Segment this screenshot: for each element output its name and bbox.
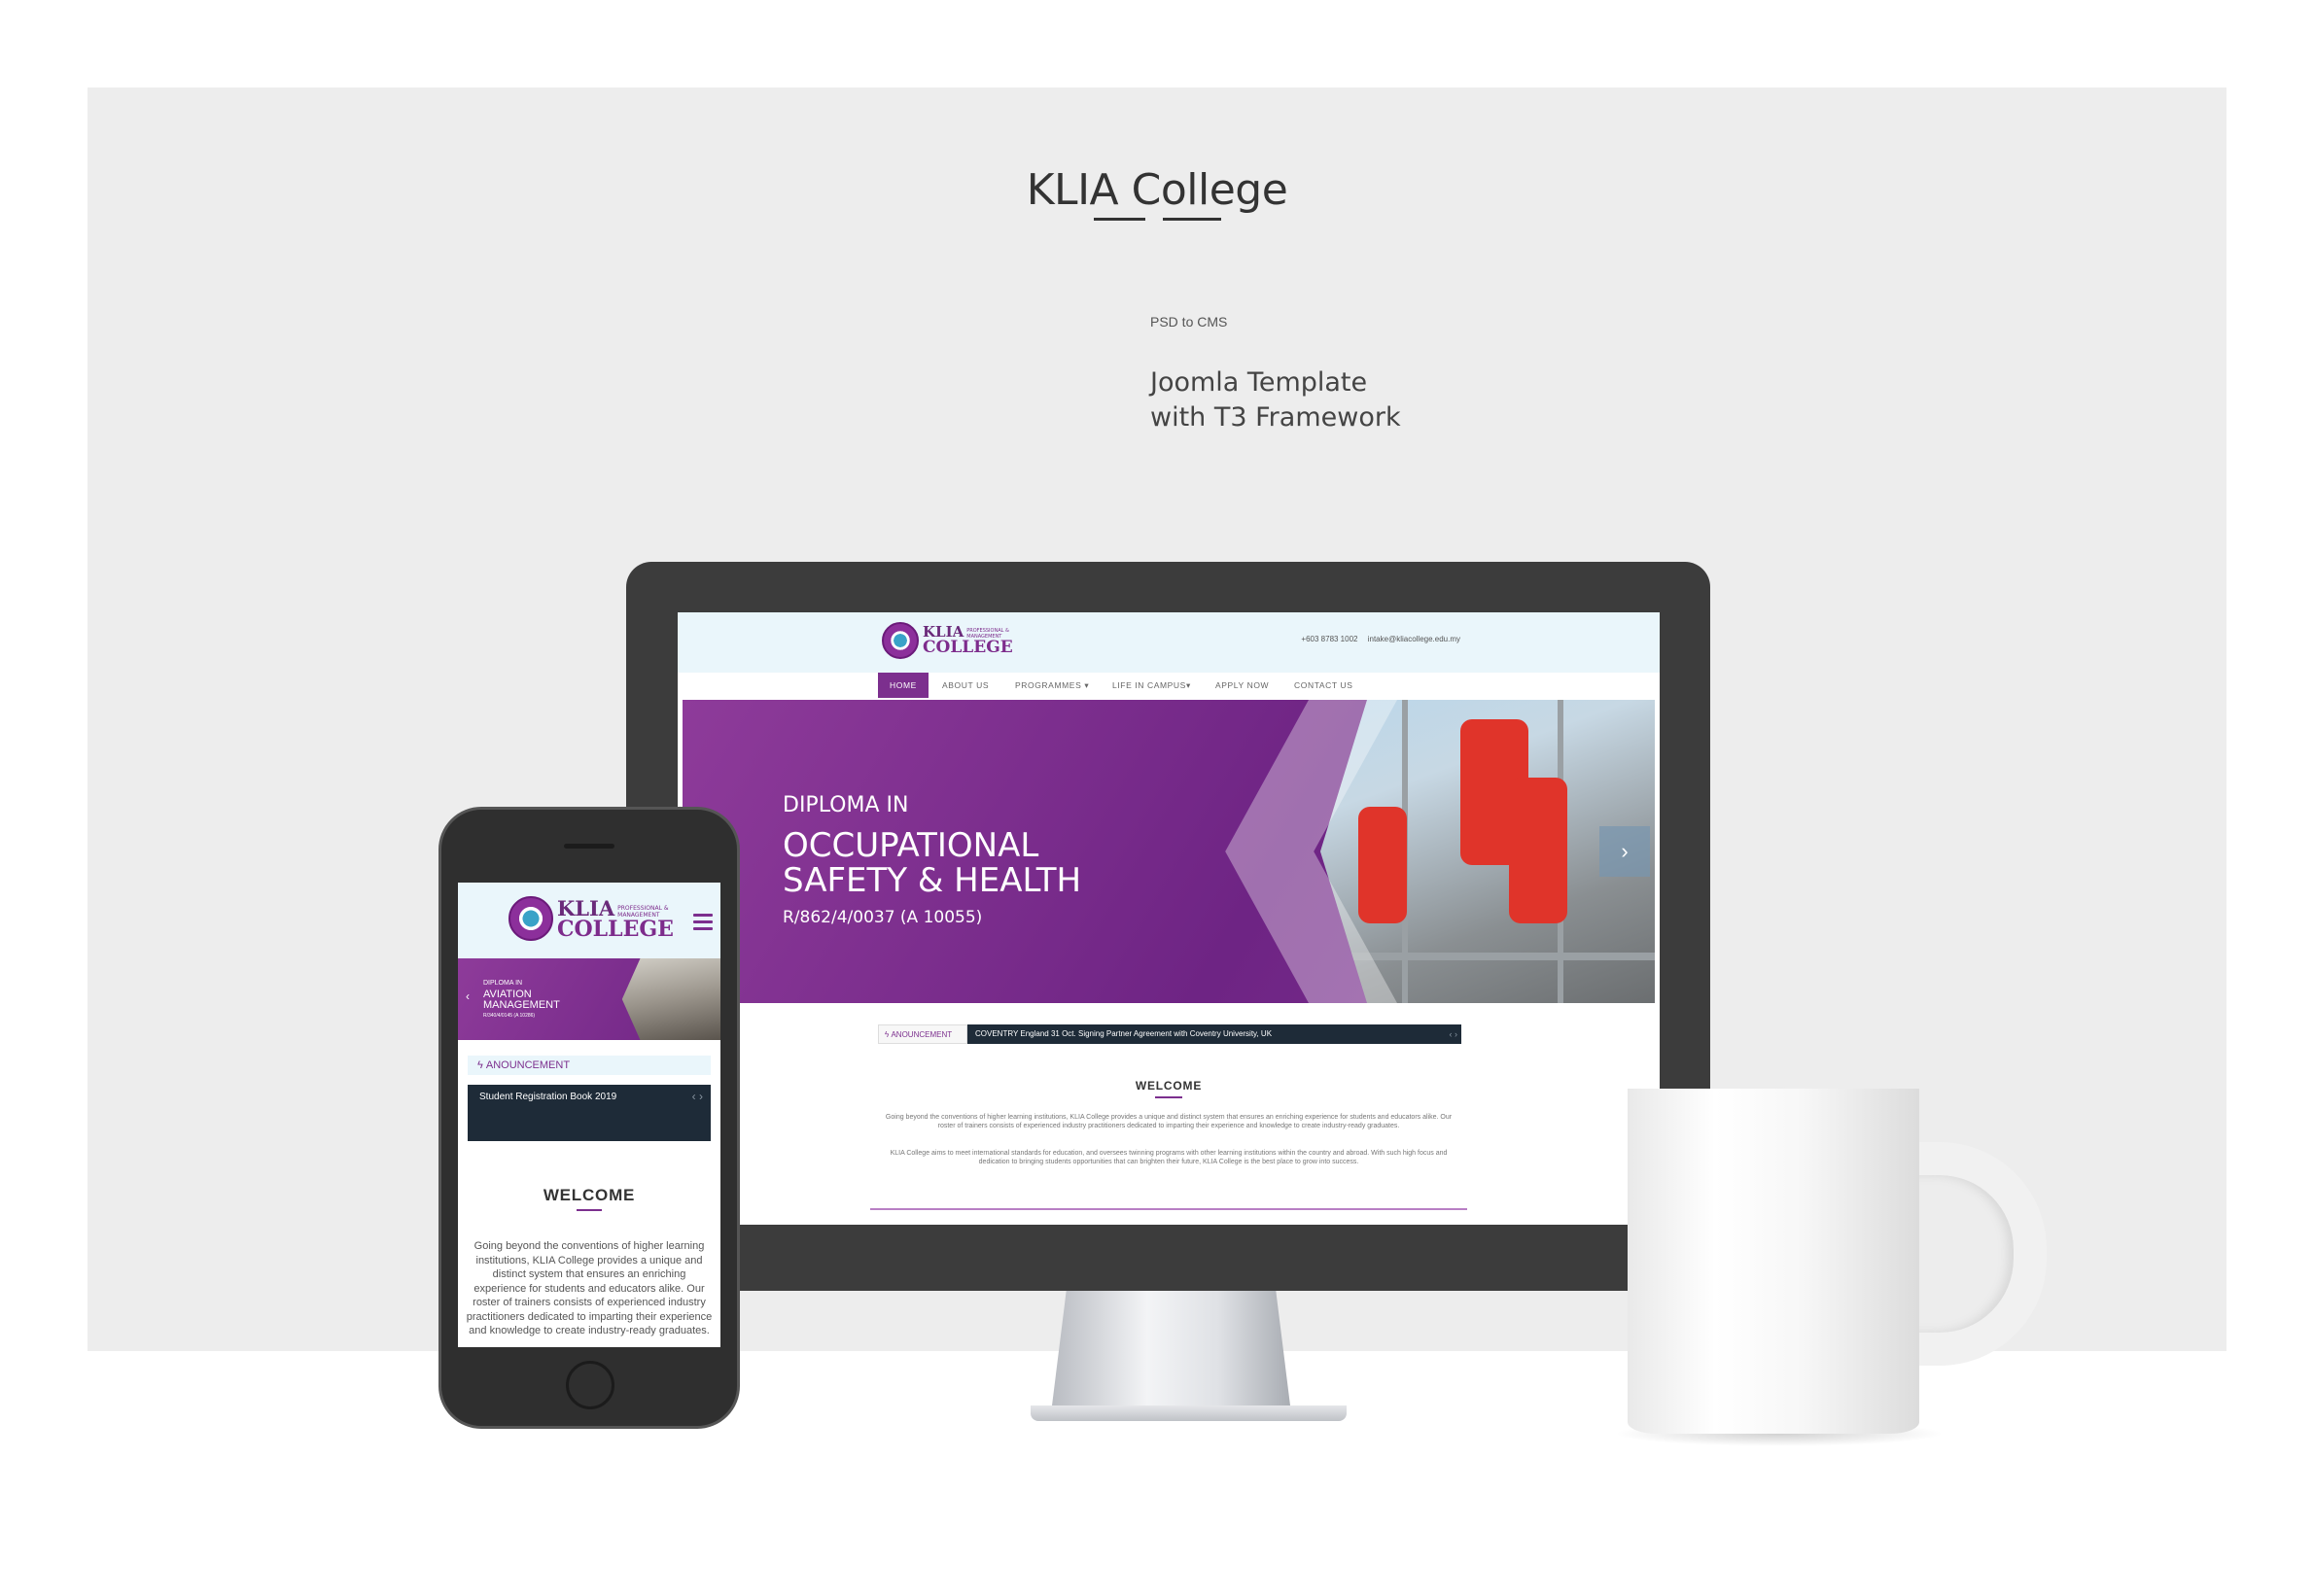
logo-tagline-line: PROFESSIONAL &: [617, 904, 669, 912]
welcome-underline: [1155, 1096, 1182, 1098]
title-underline: [1094, 218, 1145, 221]
welcome-underline: [577, 1209, 602, 1211]
nav-contact-us[interactable]: CONTACT US: [1294, 673, 1352, 698]
hero-photo: [621, 958, 720, 1040]
announcement-label: ϟ ANOUNCEMENT: [878, 1024, 967, 1044]
hero-course-code: R/862/4/0037 (A 10055): [783, 908, 983, 927]
nav-life-in-campus[interactable]: LIFE IN CAMPUS▾: [1112, 673, 1191, 698]
mobile-hero-slider: ‹ DIPLOMA IN AVIATION MANAGEMENT R/340/4…: [458, 958, 720, 1040]
announcement-arrows: ‹ ›: [692, 1090, 703, 1103]
welcome-heading: WELCOME: [1135, 1079, 1203, 1093]
hamburger-menu-icon[interactable]: [693, 914, 713, 934]
chevron-left-icon[interactable]: ‹: [466, 989, 470, 1003]
chevron-down-icon: ▾: [1185, 680, 1191, 690]
mobile-announcement-box: Student Registration Book 2019 ‹ ›: [468, 1085, 711, 1141]
nav-label: PROGRAMMES: [1015, 680, 1082, 690]
nav-about-us[interactable]: ABOUT US: [942, 673, 989, 698]
college-seal-icon: [882, 622, 919, 659]
logo-klia: KLIA: [557, 895, 615, 920]
hero-title-line: OCCUPATIONAL: [783, 826, 1039, 865]
hero-title: OCCUPATIONAL SAFETY & HEALTH: [783, 828, 1081, 898]
welcome-paragraph: KLIA College aims to meet international …: [890, 1150, 1448, 1165]
hero-pre-title: DIPLOMA IN: [483, 980, 523, 987]
scaffold-platform: [1324, 953, 1655, 960]
phone-speaker: [564, 844, 614, 849]
divider: [870, 1208, 1467, 1210]
desktop-screen: KLIA PROFESSIONAL & MANAGEMENT COLLEGE +…: [678, 612, 1660, 1225]
phone-home-button: [566, 1361, 614, 1409]
project-description: Joomla Template with T3 Framework: [1150, 365, 1401, 435]
nav-home[interactable]: HOME: [878, 673, 929, 698]
site-logo[interactable]: KLIA PROFESSIONAL & MANAGEMENT COLLEGE: [882, 622, 1013, 659]
chevron-right-icon[interactable]: ›: [699, 1090, 703, 1103]
worker-figure: [1509, 778, 1567, 923]
welcome-paragraph: Going beyond the conventions of higher l…: [885, 1114, 1453, 1129]
announcement-arrows: ‹ ›: [1449, 1024, 1457, 1044]
mobile-screen: KLIA PROFESSIONAL & MANAGEMENT COLLEGE ‹…: [458, 883, 720, 1347]
description-line: with T3 Framework: [1150, 402, 1401, 433]
hero-pre-title: DIPLOMA IN: [783, 793, 909, 817]
announcement-bar: ϟ ANOUNCEMENT COVENTRY England 31 Oct. S…: [878, 1024, 1461, 1044]
project-title: KLIA College: [1026, 165, 1288, 215]
chevron-down-icon: ▾: [1084, 680, 1090, 690]
project-subtitle: PSD to CMS: [1150, 314, 1228, 330]
logo-college: COLLEGE: [557, 916, 674, 942]
title-underline: [1163, 218, 1221, 221]
header-contact: +603 8783 1002 intake@kliacollege.edu.my: [1293, 635, 1460, 643]
welcome-paragraph: Going beyond the conventions of higher l…: [466, 1240, 713, 1336]
chevron-left-icon[interactable]: ‹: [692, 1090, 696, 1103]
mobile-header: KLIA PROFESSIONAL & MANAGEMENT COLLEGE: [458, 883, 720, 958]
logo-college: COLLEGE: [923, 638, 1013, 657]
hero-title: AVIATION MANAGEMENT: [483, 989, 560, 1011]
nav-label: LIFE IN CAMPUS: [1112, 680, 1186, 690]
monitor-stand: [1052, 1291, 1290, 1405]
announcement-label-text: ANOUNCEMENT: [485, 1059, 571, 1071]
hero-title-line: MANAGEMENT: [483, 999, 560, 1011]
college-seal-icon: [508, 896, 553, 941]
chevron-right-icon[interactable]: ›: [1599, 826, 1650, 877]
chevron-left-icon[interactable]: ‹: [1449, 1029, 1452, 1039]
worker-figure: [1358, 807, 1407, 923]
announcement-label-text: ANOUNCEMENT: [891, 1030, 953, 1039]
announcement-text[interactable]: Student Registration Book 2019: [479, 1092, 616, 1102]
site-header: KLIA PROFESSIONAL & MANAGEMENT COLLEGE +…: [678, 612, 1660, 673]
main-nav: HOME ABOUT US PROGRAMMES ▾ LIFE IN CAMPU…: [678, 673, 1660, 698]
hero-slider: DIPLOMA IN OCCUPATIONAL SAFETY & HEALTH …: [683, 700, 1655, 1003]
site-logo[interactable]: KLIA PROFESSIONAL & MANAGEMENT COLLEGE: [508, 896, 674, 941]
lightning-icon: ϟ: [477, 1059, 486, 1071]
nav-programmes[interactable]: PROGRAMMES ▾: [1015, 673, 1089, 698]
welcome-heading: WELCOME: [543, 1186, 636, 1204]
contact-phone[interactable]: +603 8783 1002: [1301, 635, 1357, 643]
showcase-stage: KLIA College PSD to CMS Joomla Template …: [0, 0, 2314, 1596]
mobile-announcement-label: ϟ ANOUNCEMENT: [468, 1056, 711, 1075]
chevron-right-icon[interactable]: ›: [1455, 1029, 1457, 1039]
hero-course-code: R/340/4/0145 (A 10286): [483, 1013, 536, 1019]
nav-apply-now[interactable]: APPLY NOW: [1215, 673, 1269, 698]
announcement-text[interactable]: COVENTRY England 31 Oct. Signing Partner…: [975, 1024, 1272, 1044]
contact-email[interactable]: intake@kliacollege.edu.my: [1368, 635, 1460, 643]
hero-title-line: SAFETY & HEALTH: [783, 861, 1082, 900]
logo-text: KLIA PROFESSIONAL & MANAGEMENT COLLEGE: [923, 625, 1013, 656]
description-line: Joomla Template: [1150, 367, 1368, 398]
monitor-stand-base: [1031, 1405, 1347, 1421]
coffee-mug: [1628, 1089, 1919, 1434]
logo-text: KLIA PROFESSIONAL & MANAGEMENT COLLEGE: [557, 898, 674, 940]
